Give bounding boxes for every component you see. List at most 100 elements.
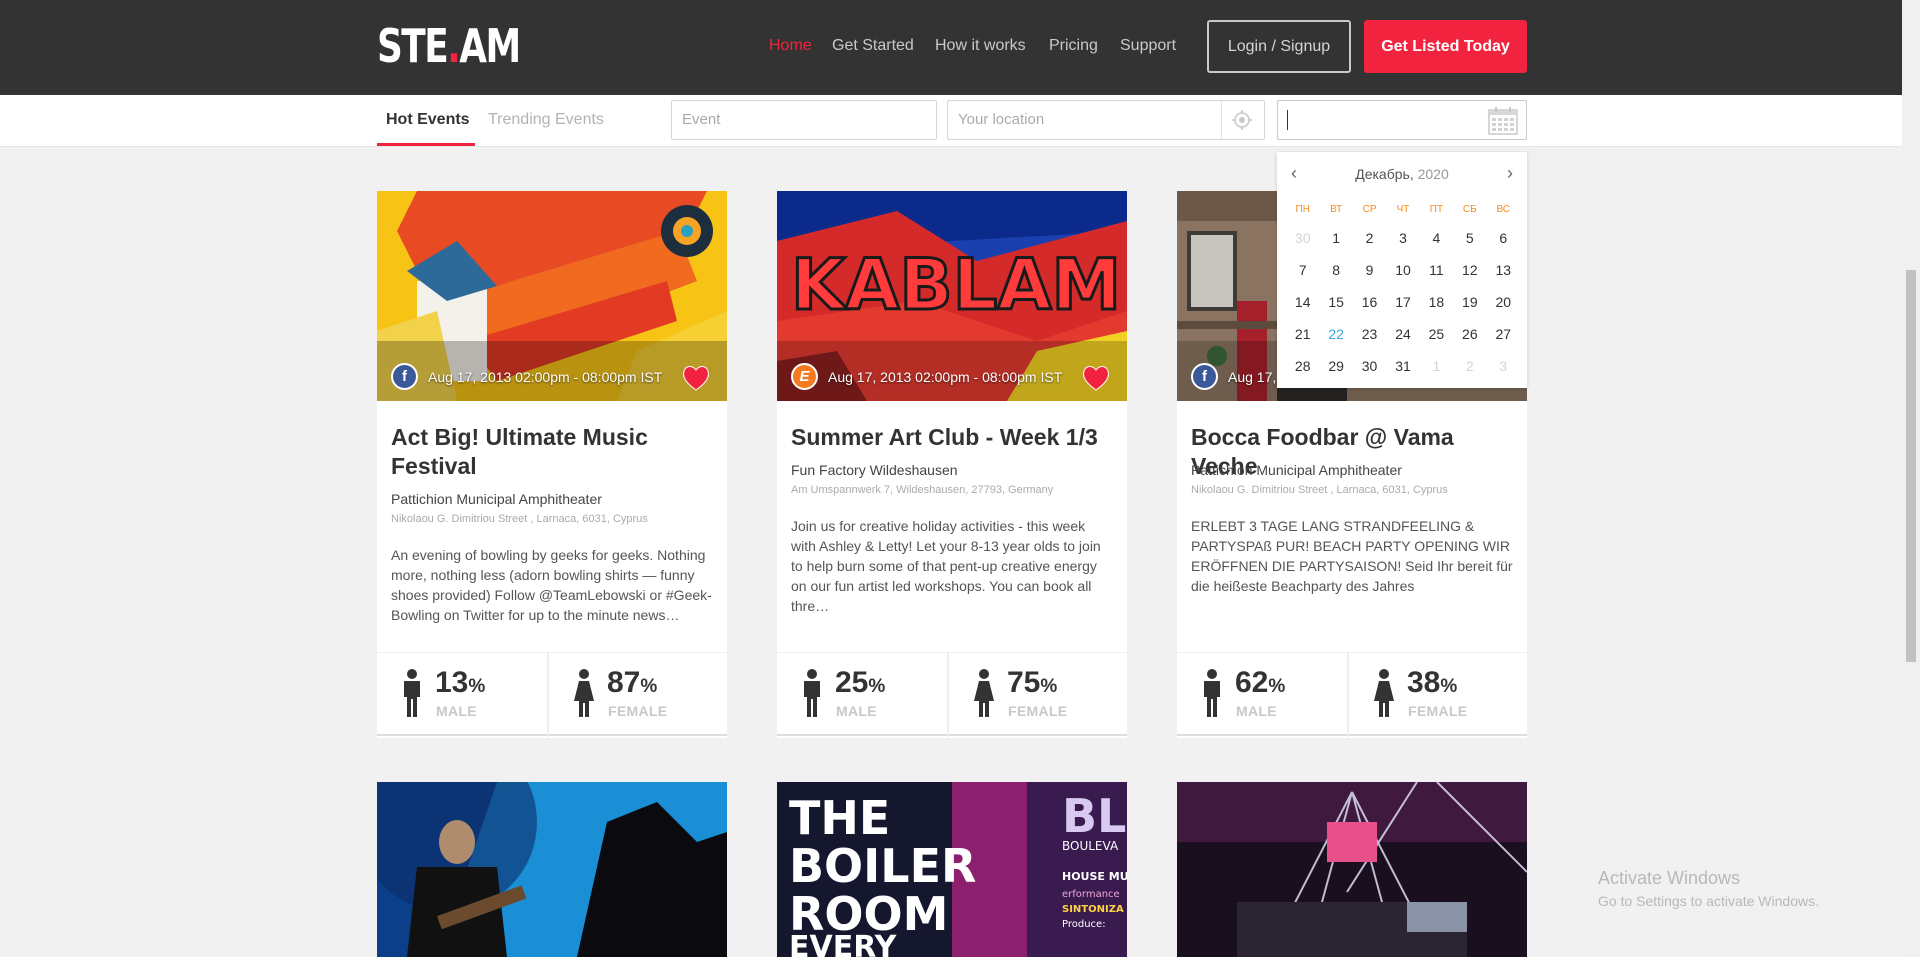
calendar-day[interactable]: 12 (1453, 260, 1486, 280)
eventbrite-icon[interactable]: E (791, 363, 818, 390)
male-label: MALE (1236, 703, 1277, 719)
event-title[interactable]: Act Big! Ultimate Music Festival (391, 423, 716, 481)
male-percent: 25 (835, 666, 869, 699)
site-logo[interactable]: STE.AM (377, 19, 521, 73)
calendar-day[interactable]: 23 (1353, 324, 1386, 344)
facebook-icon[interactable]: f (1191, 363, 1218, 390)
calendar-day-today[interactable]: 22 (1319, 324, 1352, 344)
calendar-day[interactable]: 24 (1386, 324, 1419, 344)
poster-text: THE (789, 791, 890, 845)
calendar-day[interactable]: 13 (1487, 260, 1520, 280)
calendar-day[interactable]: 30 (1286, 228, 1319, 248)
percent-sign: % (468, 676, 486, 697)
event-date: Aug 17, 2013 02:00pm - 08:00pm IST (828, 368, 1063, 385)
male-percent: 62 (1235, 666, 1269, 699)
nav-pricing[interactable]: Pricing (1049, 36, 1098, 56)
next-month-icon[interactable]: › (1507, 164, 1513, 182)
tab-hot-events[interactable]: Hot Events (386, 110, 470, 130)
calendar-day[interactable]: 4 (1420, 228, 1453, 248)
event-image[interactable] (377, 782, 727, 957)
calendar-day[interactable]: 19 (1453, 292, 1486, 312)
weekday-label: ВТ (1330, 204, 1343, 215)
locate-me-icon[interactable] (1232, 110, 1252, 130)
event-meta: E Aug 17, 2013 02:00pm - 08:00pm IST (791, 363, 1062, 390)
nav-get-started[interactable]: Get Started (832, 36, 914, 56)
weekday-label: ПН (1295, 204, 1310, 215)
calendar-day[interactable]: 15 (1319, 292, 1352, 312)
gender-stats: 62% MALE 38% FEMALE (1177, 652, 1527, 737)
calendar-day[interactable]: 18 (1420, 292, 1453, 312)
event-address: Am Umspannwerk 7, Wildeshausen, 27793, G… (791, 484, 1054, 496)
calendar-day[interactable]: 2 (1353, 228, 1386, 248)
calendar-week: 28 29 30 31 1 2 3 (1286, 356, 1520, 376)
male-icon (404, 669, 420, 717)
calendar-day[interactable]: 20 (1487, 292, 1520, 312)
poster-text: BOILER (789, 839, 976, 893)
nav-home[interactable]: Home (769, 36, 812, 56)
calendar-day[interactable]: 3 (1386, 228, 1419, 248)
female-label: FEMALE (1408, 703, 1468, 719)
tab-trending-events[interactable]: Trending Events (488, 110, 604, 130)
heart-icon[interactable] (1081, 363, 1111, 393)
calendar-day[interactable]: 16 (1353, 292, 1386, 312)
event-date: Aug 17, 2013 02:00pm - 08:00pm IST (428, 368, 663, 385)
stats-divider (547, 653, 549, 737)
event-title[interactable]: Summer Art Club - Week 1/3 (791, 423, 1116, 452)
calendar-day[interactable]: 27 (1487, 324, 1520, 344)
calendar-day[interactable]: 11 (1420, 260, 1453, 280)
event-image[interactable]: THE BOILER ROOM EVERY BL BOULEVA HOUSE M… (777, 782, 1127, 957)
date-input[interactable] (1277, 100, 1527, 140)
calendar-day[interactable]: 29 (1319, 356, 1352, 376)
calendar-icon[interactable] (1488, 107, 1518, 135)
male-icon (804, 669, 820, 717)
event-search-input[interactable]: Event (671, 100, 937, 140)
calendar-day[interactable]: 17 (1386, 292, 1419, 312)
event-image[interactable] (1177, 782, 1527, 957)
calendar-day[interactable]: 30 (1353, 356, 1386, 376)
female-icon (574, 669, 594, 717)
calendar-day[interactable]: 31 (1386, 356, 1419, 376)
scrollbar-thumb[interactable] (1906, 270, 1916, 662)
calendar-day[interactable]: 25 (1420, 324, 1453, 344)
nav-how-it-works[interactable]: How it works (935, 36, 1026, 56)
calendar-day[interactable]: 26 (1453, 324, 1486, 344)
watermark-subtitle: Go to Settings to activate Windows. (1598, 893, 1819, 909)
calendar-day[interactable]: 8 (1319, 260, 1352, 280)
get-listed-button[interactable]: Get Listed Today (1364, 20, 1527, 73)
windows-activation-watermark: Activate Windows Go to Settings to activ… (1598, 868, 1819, 909)
event-description: ERLEBT 3 TAGE LANG STRANDFEELING & PARTY… (1191, 518, 1513, 594)
kablam-text: KABLAM (791, 244, 1121, 326)
calendar-day[interactable]: 9 (1353, 260, 1386, 280)
stats-divider (947, 653, 949, 737)
login-signup-button[interactable]: Login / Signup (1207, 20, 1351, 73)
percent-sign: % (1268, 676, 1286, 697)
calendar-week: 7 8 9 10 11 12 13 (1286, 260, 1520, 280)
calendar-week: 21 22 23 24 25 26 27 (1286, 324, 1520, 344)
location-input[interactable]: Your location (947, 100, 1265, 140)
logo-dot: . (447, 19, 461, 73)
event-card[interactable]: f Aug 17, 2013 02:00pm - 08:00pm IST Act… (377, 191, 727, 738)
calendar-day[interactable]: 7 (1286, 260, 1319, 280)
location-divider (1221, 101, 1222, 139)
male-label: MALE (836, 703, 877, 719)
calendar-day[interactable]: 14 (1286, 292, 1319, 312)
calendar-day[interactable]: 10 (1386, 260, 1419, 280)
calendar-day[interactable]: 1 (1420, 356, 1453, 376)
calendar-day[interactable]: 21 (1286, 324, 1319, 344)
calendar-day[interactable]: 3 (1487, 356, 1520, 376)
heart-icon[interactable] (681, 363, 711, 393)
date-picker: ‹ Декабрь, 2020 › ПН ВТ СР ЧТ ПТ СБ ВС 3… (1277, 152, 1527, 388)
percent-sign: % (1040, 676, 1058, 697)
facebook-icon[interactable]: f (391, 363, 418, 390)
male-percent: 13 (435, 666, 469, 699)
calendar-day[interactable]: 6 (1487, 228, 1520, 248)
calendar-day[interactable]: 5 (1453, 228, 1486, 248)
poster-text: BL (1062, 789, 1126, 843)
female-icon (1374, 669, 1394, 717)
calendar-day[interactable]: 1 (1319, 228, 1352, 248)
event-card[interactable]: KABLAM E Aug 17, 2013 02:00pm - 08:00pm … (777, 191, 1127, 738)
calendar-day[interactable]: 2 (1453, 356, 1486, 376)
calendar-day[interactable]: 28 (1286, 356, 1319, 376)
male-label: MALE (436, 703, 477, 719)
nav-support[interactable]: Support (1120, 36, 1176, 56)
